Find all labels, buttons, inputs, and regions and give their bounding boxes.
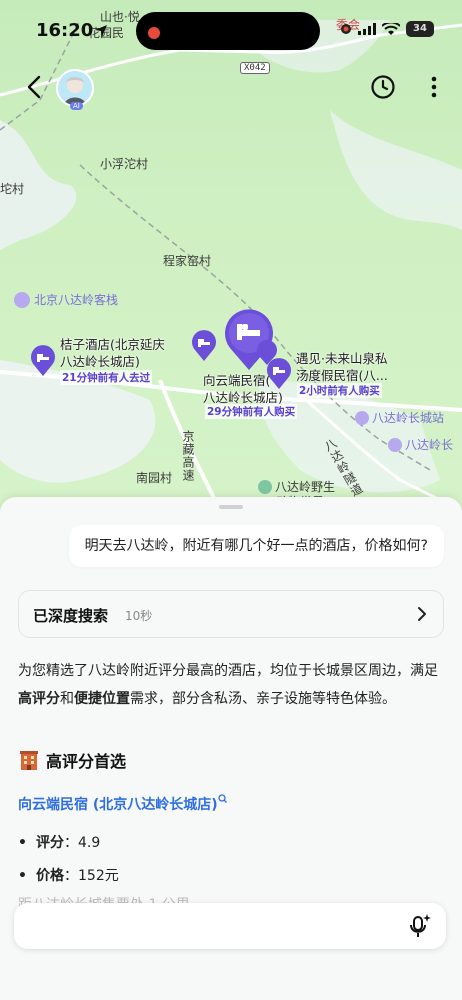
section-heading: 高评分首选 <box>18 748 126 772</box>
answer-text-1: 为您精选了八达岭附近评分最高的酒店，均位于长城景区周边，满足 <box>18 663 438 679</box>
map-label-village-3: 南园村 <box>136 471 173 485</box>
rating-value: 4.9 <box>78 835 101 851</box>
status-time: 16:20 <box>36 20 94 41</box>
map-poi-station-right[interactable]: 八达岭长 <box>388 436 453 453</box>
record-status-icon <box>341 24 351 34</box>
price-label: 价格 <box>36 868 64 884</box>
bed-icon[interactable] <box>191 330 217 362</box>
hotel-1-line1: 桔子酒店(北京延庆 <box>60 337 165 352</box>
hotel-3-name[interactable]: 遇见·未来山泉私 汤度假民宿(八... <box>296 350 388 384</box>
list-item: • 价格： 152元 <box>18 860 119 893</box>
dynamic-island <box>136 12 320 50</box>
status-icons: 34 <box>340 21 434 37</box>
list-item: • 评分： 4.9 <box>18 827 119 860</box>
station-right-pin-icon <box>388 437 402 452</box>
wifi-icon <box>382 22 400 35</box>
hotel-details-list: • 评分： 4.9 • 价格： 152元 <box>18 827 119 893</box>
sheet-drag-handle[interactable] <box>219 505 243 509</box>
rating-label: 评分 <box>36 835 64 851</box>
bullet-dot: • <box>18 868 27 884</box>
answer-text-2: 需求，部分含私汤、亲子设施等特色体验。 <box>130 691 396 707</box>
colon-sep: ： <box>64 835 78 851</box>
map-label-left-edge: 坨村 <box>0 182 25 196</box>
zoo-pin-icon <box>258 479 272 494</box>
price-value: 152元 <box>78 868 119 884</box>
recording-indicator-icon <box>148 27 160 39</box>
station-right-label: 八达岭长 <box>405 438 454 452</box>
user-message-bubble: 明天去八达岭，附近有哪几个好一点的酒店，价格如何? <box>68 525 444 567</box>
mic-sparkle-icon[interactable] <box>408 913 432 939</box>
hotel-3-line2: 汤度假民宿(八... <box>296 368 388 383</box>
hotel-emoji-icon <box>20 751 38 770</box>
chat-input-bar[interactable] <box>14 903 446 949</box>
station-pin-icon <box>355 410 369 425</box>
more-vertical-icon[interactable] <box>430 74 438 100</box>
hotel-1-line2: 八达岭长城店) <box>60 354 140 369</box>
hotel-link-text: 向云端民宿 (北京八达岭长城店) <box>18 797 218 813</box>
hotel-2-note: 29分钟前有人购买 <box>205 404 298 419</box>
answer-paragraph: 为您精选了八达岭附近评分最高的酒店，均位于长城景区周边，满足高评分和便捷位置需求… <box>18 657 448 713</box>
avatar-figure-icon <box>64 77 86 105</box>
ai-badge: AI <box>70 102 83 110</box>
bullet-dot: • <box>18 835 27 851</box>
bed-icon[interactable] <box>266 358 292 390</box>
chevron-right-icon <box>418 607 426 621</box>
map-label-village-1: 小浮沱村 <box>100 157 149 171</box>
signal-icon <box>358 23 376 35</box>
hotel-link[interactable]: 向云端民宿 (北京八达岭长城店) <box>18 794 227 814</box>
chat-sheet[interactable]: 明天去八达岭，附近有哪几个好一点的酒店，价格如何? 已深度搜索 10秒 为您精选… <box>0 497 462 1000</box>
map-poi-station[interactable]: 八达岭长城站 <box>355 409 444 426</box>
colon-sep: ： <box>64 868 78 884</box>
section-title-text: 高评分首选 <box>46 752 127 771</box>
answer-bold-2: 便捷位置 <box>74 691 130 707</box>
inn-label: 北京八达岭客栈 <box>34 293 119 307</box>
status-bar: 16:20 34 <box>0 0 462 62</box>
answer-text-mid: 和 <box>60 691 74 707</box>
back-arrow-icon[interactable] <box>22 74 48 100</box>
hotel-1-note: 21分钟前有人去过 <box>60 370 153 385</box>
inn-pin-icon <box>14 291 30 308</box>
deep-search-duration: 10秒 <box>125 609 153 623</box>
map-poi-inn[interactable]: 北京八达岭客栈 <box>14 291 118 308</box>
deep-search-card[interactable]: 已深度搜索 10秒 <box>18 590 444 638</box>
bed-icon[interactable] <box>30 345 56 377</box>
map-label-highway: 京藏高速 <box>181 430 195 482</box>
hotel-3-note: 2小时前有人购买 <box>297 383 382 398</box>
station-label: 八达岭长城站 <box>372 411 445 425</box>
battery-icon: 34 <box>406 21 434 37</box>
hotel-1-name[interactable]: 桔子酒店(北京延庆 八达岭长城店) <box>60 336 165 370</box>
magnifier-icon <box>218 794 227 804</box>
history-clock-icon[interactable] <box>370 74 396 100</box>
answer-bold-1: 高评分 <box>18 691 60 707</box>
hotel-3-line1: 遇见·未来山泉私 <box>296 351 388 366</box>
top-bar: AI <box>0 62 462 114</box>
location-arrow-icon <box>95 25 107 37</box>
deep-search-title: 已深度搜索 <box>33 607 109 625</box>
map-label-village-2: 程家窑村 <box>163 254 212 268</box>
